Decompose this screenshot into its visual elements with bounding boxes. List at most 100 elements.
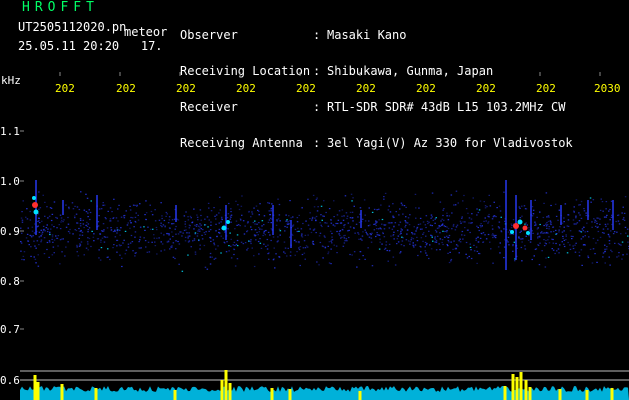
noise-speck (132, 204, 135, 206)
noise-speck (384, 224, 387, 226)
noise-speck (138, 241, 140, 243)
noise-speck (113, 244, 115, 246)
noise-speck (294, 254, 296, 256)
noise-speck (263, 243, 265, 245)
noise-speck (38, 244, 40, 246)
noise-speck (172, 223, 175, 225)
noise-speck (414, 244, 417, 246)
noise-speck (549, 223, 552, 225)
noise-speck (292, 225, 294, 227)
noise-speck (464, 227, 466, 229)
noise-speck (107, 248, 109, 250)
noise-speck (344, 234, 346, 236)
noise-speck (301, 253, 304, 256)
noise-speck (60, 238, 63, 240)
noise-speck (555, 229, 557, 231)
noise-speck (335, 245, 338, 247)
noise-speck (25, 237, 28, 239)
noise-speck (614, 242, 616, 244)
power-spike (94, 388, 98, 400)
noise-speck (483, 201, 485, 203)
noise-speck (391, 222, 393, 224)
noise-speck (420, 237, 423, 239)
echo-streak (360, 210, 362, 228)
noise-speck (295, 241, 297, 243)
noise-speck (252, 221, 255, 224)
noise-speck (378, 248, 381, 250)
noise-speck (415, 217, 417, 219)
noise-speck (524, 248, 527, 250)
noise-speck (47, 217, 49, 219)
noise-speck (184, 226, 187, 228)
noise-speck (289, 200, 291, 202)
noise-speck (209, 256, 212, 258)
noise-speck (103, 229, 105, 231)
noise-speck (289, 251, 292, 253)
noise-speck (45, 227, 48, 229)
noise-speck (86, 225, 89, 227)
noise-speck (333, 216, 335, 218)
noise-speck (579, 230, 582, 232)
noise-speck (134, 231, 137, 233)
noise-speck (534, 221, 536, 223)
noise-speck (270, 228, 273, 230)
noise-speck (563, 239, 566, 241)
noise-speck (129, 209, 132, 211)
noise-speck (187, 254, 189, 256)
noise-speck (403, 205, 406, 207)
noise-speck (393, 231, 395, 233)
noise-speck (464, 221, 466, 223)
noise-speck (592, 237, 595, 240)
noise-speck (311, 219, 313, 221)
noise-speck (331, 242, 333, 244)
noise-speck (541, 231, 543, 233)
noise-speck (603, 232, 605, 234)
noise-speck (597, 230, 600, 233)
noise-speck (347, 230, 349, 232)
noise-speck (479, 200, 482, 202)
noise-speck (79, 243, 81, 245)
x-tick-label: 202 (296, 82, 316, 95)
noise-speck (103, 241, 106, 243)
noise-speck (405, 216, 407, 218)
noise-speck (263, 215, 266, 217)
noise-speck (436, 235, 439, 237)
noise-speck (228, 250, 230, 252)
noise-speck (441, 241, 443, 244)
noise-speck (521, 205, 523, 207)
noise-speck (40, 229, 42, 231)
noise-speck (488, 213, 490, 216)
noise-speck (566, 252, 569, 254)
noise-speck (545, 192, 548, 194)
noise-speck (58, 224, 60, 226)
noise-speck (89, 218, 91, 221)
noise-speck (143, 237, 145, 239)
noise-speck (497, 226, 500, 228)
noise-speck (394, 264, 397, 266)
noise-speck (476, 250, 479, 252)
noise-speck (140, 247, 142, 249)
noise-speck (385, 241, 388, 243)
noise-speck (194, 232, 197, 234)
noise-speck (486, 206, 488, 208)
noise-speck (572, 235, 574, 238)
noise-speck (171, 231, 173, 233)
power-spike (33, 375, 37, 400)
noise-speck (400, 251, 402, 253)
noise-speck (267, 244, 269, 246)
noise-speck (226, 217, 229, 219)
noise-speck (369, 224, 371, 226)
noise-speck (219, 209, 221, 211)
noise-speck (117, 220, 119, 222)
noise-speck (442, 243, 444, 246)
noise-speck (50, 228, 52, 230)
noise-speck (309, 212, 311, 214)
noise-speck (41, 233, 43, 235)
noise-speck (543, 245, 546, 247)
noise-speck (382, 232, 384, 235)
noise-speck (592, 199, 595, 201)
noise-speck (148, 251, 151, 253)
noise-speck (315, 215, 318, 218)
noise-speck (145, 200, 147, 202)
noise-speck (477, 211, 480, 214)
